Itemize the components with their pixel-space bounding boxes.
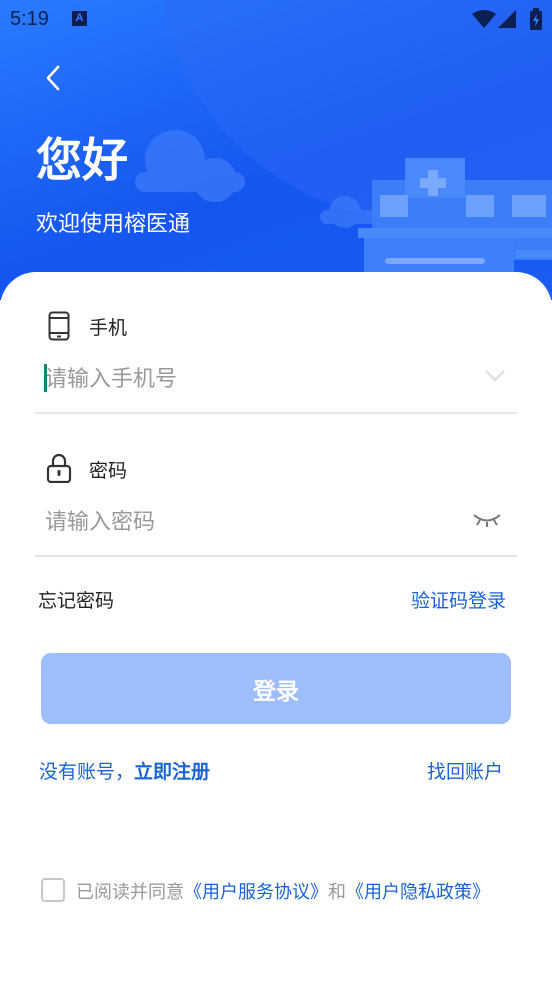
battery-icon bbox=[530, 8, 542, 30]
header-banner: 5:19 A 您好 欢迎使用榕医通 bbox=[0, 0, 552, 300]
password-input[interactable] bbox=[45, 506, 455, 538]
wifi-icon bbox=[472, 10, 496, 28]
page-title: 您好 bbox=[36, 133, 128, 187]
agreement-prefix: 已阅读并同意 bbox=[76, 882, 184, 903]
text-cursor bbox=[44, 364, 47, 392]
chevron-down-icon[interactable] bbox=[484, 369, 506, 383]
back-arrow-icon[interactable] bbox=[40, 64, 68, 92]
privacy-link[interactable]: 《用户隐私政策》 bbox=[346, 882, 490, 903]
login-button[interactable]: 登录 bbox=[41, 653, 511, 724]
phone-label: 手机 bbox=[89, 317, 128, 339]
login-card: 手机 密码 忘记密码 验证码登录 bbox=[0, 272, 552, 983]
signal-icon bbox=[498, 10, 516, 28]
agreement-checkbox[interactable] bbox=[41, 878, 65, 902]
terms-link[interactable]: 《用户服务协议》 bbox=[184, 882, 328, 903]
forgot-password-link[interactable]: 忘记密码 bbox=[38, 586, 114, 613]
agreement-and: 和 bbox=[328, 882, 346, 903]
register-link[interactable]: 立即注册 bbox=[134, 761, 210, 783]
phone-icon bbox=[48, 311, 70, 341]
phone-divider bbox=[35, 412, 517, 414]
app-notification-icon: A bbox=[72, 11, 87, 26]
no-account-text: 没有账号， bbox=[39, 761, 135, 783]
register-row: 没有账号，立即注册 bbox=[39, 757, 210, 784]
password-label: 密码 bbox=[89, 460, 128, 482]
status-time: 5:19 bbox=[10, 8, 49, 30]
status-bar: 5:19 A bbox=[0, 0, 552, 38]
password-divider bbox=[35, 555, 517, 557]
recover-account-link[interactable]: 找回账户 bbox=[427, 757, 503, 784]
sms-login-link[interactable]: 验证码登录 bbox=[411, 586, 506, 613]
phone-input[interactable] bbox=[45, 363, 465, 395]
eye-closed-icon[interactable] bbox=[472, 512, 502, 528]
welcome-text: 欢迎使用榕医通 bbox=[36, 212, 191, 237]
agreement-text: 已阅读并同意《用户服务协议》和《用户隐私政策》 bbox=[76, 878, 490, 904]
lock-icon bbox=[46, 453, 72, 483]
